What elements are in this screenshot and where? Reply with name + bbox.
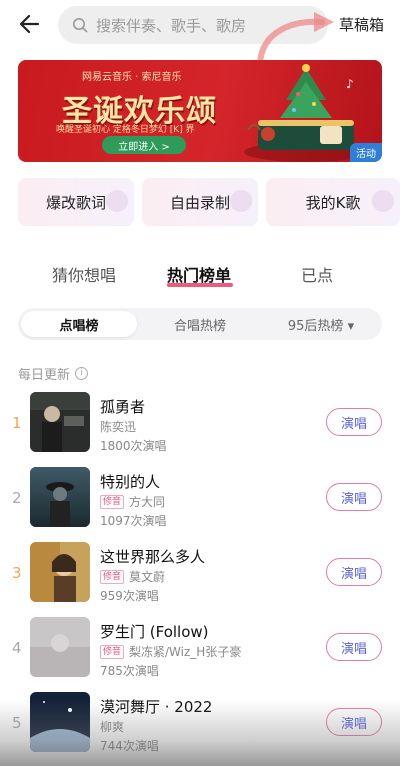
sing-button[interactable]: 演唱 bbox=[326, 708, 382, 736]
banner-subtitle: 唤醒圣诞初心 定格冬日梦幻 [K] 界 bbox=[56, 125, 195, 135]
song-title: 这世界那么多人 bbox=[100, 548, 206, 566]
record-icon bbox=[230, 190, 252, 212]
list-item[interactable]: 4 罗生门 (Follow) 修音 梨冻紧/Wiz_H张子豪 785次演唱 演唱 bbox=[0, 617, 400, 681]
song-title: 漠河舞厅 · 2022 bbox=[100, 698, 213, 716]
banner-enter-button[interactable]: 立即进入 > bbox=[102, 136, 186, 154]
svg-text:♪: ♪ bbox=[346, 77, 354, 91]
song-artist: 柳爽 bbox=[100, 718, 124, 735]
song-artist: 陈奕迅 bbox=[100, 418, 136, 435]
sing-button[interactable]: 演唱 bbox=[326, 633, 382, 661]
tab-ordered[interactable]: 已点 bbox=[301, 262, 333, 286]
artist-name: 莫文蔚 bbox=[129, 570, 166, 584]
rank-number: 3 bbox=[12, 564, 22, 582]
my-karaoke-button[interactable]: 我的K歌 bbox=[266, 178, 400, 226]
sing-button[interactable]: 演唱 bbox=[326, 483, 382, 511]
rank-number: 2 bbox=[12, 489, 22, 507]
song-artist: 修音 梨冻紧/Wiz_H张子豪 bbox=[100, 643, 241, 660]
pitch-fix-badge: 修音 bbox=[100, 494, 125, 509]
pitch-fix-badge: 修音 bbox=[100, 644, 125, 659]
album-cover bbox=[30, 392, 90, 452]
user-icon bbox=[372, 190, 394, 212]
daily-update-label: 每日更新 i bbox=[18, 364, 89, 383]
search-input[interactable]: 搜索伴奏、歌手、歌房 bbox=[58, 6, 328, 44]
song-artist: 修音 方大同 bbox=[100, 493, 165, 510]
quick-action-label: 自由录制 bbox=[169, 193, 230, 212]
sing-button[interactable]: 演唱 bbox=[326, 408, 382, 436]
search-placeholder: 搜索伴奏、歌手、歌房 bbox=[96, 16, 247, 35]
segment-duet-chart[interactable]: 合唱热榜 bbox=[142, 311, 258, 337]
quick-actions: 爆改歌词 自由录制 我的K歌 bbox=[18, 178, 400, 226]
segment-95s-chart-dropdown[interactable]: 95后热榜 ▾ bbox=[263, 311, 379, 337]
artist-name: 梨冻紧/Wiz_H张子豪 bbox=[129, 645, 242, 659]
pitch-fix-badge: 修音 bbox=[100, 569, 125, 584]
daily-update-text: 每日更新 bbox=[18, 368, 71, 383]
search-icon bbox=[73, 18, 88, 33]
chart-segment-control: 点唱榜 合唱热榜 95后热榜 ▾ bbox=[18, 308, 382, 340]
back-arrow-icon[interactable] bbox=[16, 10, 44, 38]
song-artist: 修音 莫文蔚 bbox=[100, 568, 165, 585]
banner-activity-tag: 活动 bbox=[350, 143, 382, 162]
info-icon[interactable]: i bbox=[75, 367, 89, 380]
song-title: 孤勇者 bbox=[100, 398, 146, 416]
banner-brand: 网易云音乐 · 索尼音乐 bbox=[82, 72, 182, 83]
play-count: 959次演唱 bbox=[100, 589, 159, 603]
list-item[interactable]: 3 这世界那么多人 修音 莫文蔚 959次演唱 演唱 bbox=[0, 542, 400, 606]
quick-action-label: 我的K歌 bbox=[305, 193, 361, 212]
album-cover bbox=[30, 692, 90, 752]
artist-name: 方大同 bbox=[129, 495, 166, 509]
play-count: 1800次演唱 bbox=[100, 439, 167, 453]
lyrics-remix-button[interactable]: 爆改歌词 bbox=[18, 178, 134, 226]
active-tab-indicator bbox=[167, 283, 233, 287]
list-item[interactable]: 5 漠河舞厅 · 2022 柳爽 744次演唱 演唱 bbox=[0, 692, 400, 756]
quick-action-label: 爆改歌词 bbox=[45, 193, 106, 212]
segment-request-chart[interactable]: 点唱榜 bbox=[21, 311, 137, 337]
free-record-button[interactable]: 自由录制 bbox=[142, 178, 258, 226]
promo-banner[interactable]: 网易云音乐 · 索尼音乐 圣诞欢乐颂 唤醒圣诞初心 定格冬日梦幻 [K] 界 立… bbox=[18, 60, 382, 162]
song-title: 罗生门 (Follow) bbox=[100, 623, 209, 641]
tab-guess-you-like[interactable]: 猜你想唱 bbox=[52, 262, 116, 286]
top-bar: 搜索伴奏、歌手、歌房 草稿箱 bbox=[0, 0, 400, 66]
drafts-button[interactable]: 草稿箱 bbox=[339, 14, 384, 35]
artist-name: 柳爽 bbox=[100, 720, 125, 734]
album-cover bbox=[30, 542, 90, 602]
rank-number: 4 bbox=[12, 639, 22, 657]
list-item[interactable]: 2 特别的人 修音 方大同 1097次演唱 演唱 bbox=[0, 467, 400, 531]
play-count: 744次演唱 bbox=[100, 739, 159, 753]
list-item[interactable]: 1 孤勇者 陈奕迅 1800次演唱 演唱 bbox=[0, 392, 400, 456]
play-count: 1097次演唱 bbox=[100, 514, 167, 528]
play-count: 785次演唱 bbox=[100, 664, 159, 678]
main-tabs: 猜你想唱 热门榜单 已点 bbox=[0, 262, 400, 292]
artist-name: 陈奕迅 bbox=[100, 420, 137, 434]
album-cover bbox=[30, 467, 90, 527]
rank-number: 5 bbox=[12, 714, 22, 732]
song-title: 特别的人 bbox=[100, 473, 161, 491]
rank-number: 1 bbox=[12, 414, 22, 432]
decoration-icon bbox=[106, 190, 128, 212]
sing-button[interactable]: 演唱 bbox=[326, 558, 382, 586]
album-cover bbox=[30, 617, 90, 677]
